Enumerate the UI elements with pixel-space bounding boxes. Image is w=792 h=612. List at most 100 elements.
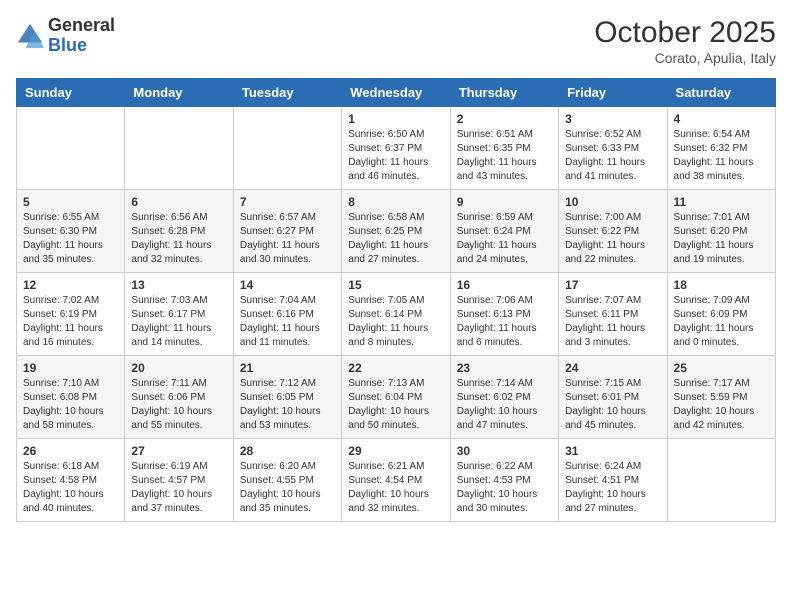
month-title: October 2025: [594, 16, 776, 50]
day-number: 17: [565, 278, 660, 292]
calendar-cell: 24Sunrise: 7:15 AM Sunset: 6:01 PM Dayli…: [559, 356, 667, 439]
calendar-cell: 7 Sunrise: 6:57 AM Sunset: 6:27 PM Daylig…: [233, 190, 341, 273]
day-info: Sunrise: 6:50 AM Sunset: 6:37 PM Dayligh…: [348, 128, 443, 184]
day-number: 2: [457, 112, 552, 126]
weekday-header-cell: Tuesday: [233, 79, 341, 107]
calendar-body: 1 Sunrise: 6:50 AM Sunset: 6:37 PM Daylig…: [17, 107, 776, 522]
day-info: Sunrise: 7:00 AM Sunset: 6:22 PM Dayligh…: [565, 211, 660, 267]
calendar-cell: 19Sunrise: 7:10 AM Sunset: 6:08 PM Dayli…: [17, 356, 125, 439]
day-info: Sunrise: 7:13 AM Sunset: 6:04 PM Dayligh…: [348, 377, 443, 433]
day-number: 23: [457, 361, 552, 375]
calendar-cell: 22 Sunrise: 7:13 AM Sunset: 6:04 PM Dayli…: [342, 356, 450, 439]
day-info: Sunrise: 7:12 AM Sunset: 6:05 PM Dayligh…: [240, 377, 335, 433]
day-number: 29: [348, 444, 443, 458]
weekday-header-cell: Wednesday: [342, 79, 450, 107]
day-info: Sunrise: 6:58 AM Sunset: 6:25 PM Dayligh…: [348, 211, 443, 267]
day-info: Sunrise: 7:11 AM Sunset: 6:06 PM Dayligh…: [131, 377, 226, 433]
day-number: 25: [674, 361, 769, 375]
calendar-cell: 21 Sunrise: 7:12 AM Sunset: 6:05 PM Dayli…: [233, 356, 341, 439]
calendar-cell: [17, 107, 125, 190]
day-number: 18: [674, 278, 769, 292]
calendar-cell: 25 Sunrise: 7:17 AM Sunset: 5:59 PM Dayli…: [667, 356, 775, 439]
day-info: Sunrise: 7:17 AM Sunset: 5:59 PM Dayligh…: [674, 377, 769, 433]
day-info: Sunrise: 6:57 AM Sunset: 6:27 PM Dayligh…: [240, 211, 335, 267]
calendar-cell: 5Sunrise: 6:55 AM Sunset: 6:30 PM Daylig…: [17, 190, 125, 273]
calendar-cell: 4 Sunrise: 6:54 AM Sunset: 6:32 PM Daylig…: [667, 107, 775, 190]
day-info: Sunrise: 6:52 AM Sunset: 6:33 PM Dayligh…: [565, 128, 660, 184]
weekday-header-row: SundayMondayTuesdayWednesdayThursdayFrid…: [17, 79, 776, 107]
day-info: Sunrise: 6:51 AM Sunset: 6:35 PM Dayligh…: [457, 128, 552, 184]
day-info: Sunrise: 6:54 AM Sunset: 6:32 PM Dayligh…: [674, 128, 769, 184]
calendar-cell: 23 Sunrise: 7:14 AM Sunset: 6:02 PM Dayli…: [450, 356, 558, 439]
day-info: Sunrise: 7:07 AM Sunset: 6:11 PM Dayligh…: [565, 294, 660, 350]
calendar-week-row: 12Sunrise: 7:02 AM Sunset: 6:19 PM Dayli…: [17, 273, 776, 356]
day-info: Sunrise: 6:59 AM Sunset: 6:24 PM Dayligh…: [457, 211, 552, 267]
day-info: Sunrise: 7:03 AM Sunset: 6:17 PM Dayligh…: [131, 294, 226, 350]
calendar-cell: 15 Sunrise: 7:05 AM Sunset: 6:14 PM Dayli…: [342, 273, 450, 356]
day-number: 22: [348, 361, 443, 375]
day-number: 31: [565, 444, 660, 458]
day-info: Sunrise: 7:02 AM Sunset: 6:19 PM Dayligh…: [23, 294, 118, 350]
weekday-header-cell: Saturday: [667, 79, 775, 107]
day-info: Sunrise: 7:14 AM Sunset: 6:02 PM Dayligh…: [457, 377, 552, 433]
calendar-cell: 16 Sunrise: 7:06 AM Sunset: 6:13 PM Dayli…: [450, 273, 558, 356]
day-info: Sunrise: 6:21 AM Sunset: 4:54 PM Dayligh…: [348, 460, 443, 516]
day-number: 1: [348, 112, 443, 126]
day-number: 11: [674, 195, 769, 209]
day-number: 15: [348, 278, 443, 292]
day-number: 5: [23, 195, 118, 209]
day-info: Sunrise: 6:56 AM Sunset: 6:28 PM Dayligh…: [131, 211, 226, 267]
calendar-cell: 2 Sunrise: 6:51 AM Sunset: 6:35 PM Daylig…: [450, 107, 558, 190]
day-number: 4: [674, 112, 769, 126]
calendar-cell: 11Sunrise: 7:01 AM Sunset: 6:20 PM Dayli…: [667, 190, 775, 273]
day-info: Sunrise: 6:19 AM Sunset: 4:57 PM Dayligh…: [131, 460, 226, 516]
day-number: 21: [240, 361, 335, 375]
day-number: 3: [565, 112, 660, 126]
calendar-table: SundayMondayTuesdayWednesdayThursdayFrid…: [16, 78, 776, 522]
calendar-cell: 27Sunrise: 6:19 AM Sunset: 4:57 PM Dayli…: [125, 439, 233, 522]
calendar-week-row: 5Sunrise: 6:55 AM Sunset: 6:30 PM Daylig…: [17, 190, 776, 273]
calendar-cell: [125, 107, 233, 190]
calendar-cell: 3 Sunrise: 6:52 AM Sunset: 6:33 PM Daylig…: [559, 107, 667, 190]
calendar-cell: 28 Sunrise: 6:20 AM Sunset: 4:55 PM Dayli…: [233, 439, 341, 522]
day-number: 20: [131, 361, 226, 375]
calendar-cell: 20 Sunrise: 7:11 AM Sunset: 6:06 PM Dayli…: [125, 356, 233, 439]
calendar-cell: 29 Sunrise: 6:21 AM Sunset: 4:54 PM Dayli…: [342, 439, 450, 522]
day-number: 16: [457, 278, 552, 292]
day-number: 7: [240, 195, 335, 209]
weekday-header-cell: Friday: [559, 79, 667, 107]
logo-blue-text: Blue: [48, 35, 87, 55]
weekday-header-cell: Thursday: [450, 79, 558, 107]
calendar-cell: 6Sunrise: 6:56 AM Sunset: 6:28 PM Daylig…: [125, 190, 233, 273]
day-info: Sunrise: 6:20 AM Sunset: 4:55 PM Dayligh…: [240, 460, 335, 516]
day-info: Sunrise: 6:22 AM Sunset: 4:53 PM Dayligh…: [457, 460, 552, 516]
weekday-header-cell: Monday: [125, 79, 233, 107]
weekday-header-cell: Sunday: [17, 79, 125, 107]
day-info: Sunrise: 7:06 AM Sunset: 6:13 PM Dayligh…: [457, 294, 552, 350]
calendar-cell: [667, 439, 775, 522]
day-number: 30: [457, 444, 552, 458]
day-number: 26: [23, 444, 118, 458]
calendar-cell: 30 Sunrise: 6:22 AM Sunset: 4:53 PM Dayli…: [450, 439, 558, 522]
calendar-week-row: 19Sunrise: 7:10 AM Sunset: 6:08 PM Dayli…: [17, 356, 776, 439]
calendar-cell: 13 Sunrise: 7:03 AM Sunset: 6:17 PM Dayli…: [125, 273, 233, 356]
calendar-week-row: 1 Sunrise: 6:50 AM Sunset: 6:37 PM Daylig…: [17, 107, 776, 190]
calendar-cell: 8 Sunrise: 6:58 AM Sunset: 6:25 PM Daylig…: [342, 190, 450, 273]
logo-general-text: General: [48, 15, 115, 35]
day-number: 9: [457, 195, 552, 209]
calendar-cell: [233, 107, 341, 190]
calendar-cell: 31Sunrise: 6:24 AM Sunset: 4:51 PM Dayli…: [559, 439, 667, 522]
day-number: 14: [240, 278, 335, 292]
day-number: 10: [565, 195, 660, 209]
day-number: 28: [240, 444, 335, 458]
calendar-cell: 26Sunrise: 6:18 AM Sunset: 4:58 PM Dayli…: [17, 439, 125, 522]
calendar-cell: 1 Sunrise: 6:50 AM Sunset: 6:37 PM Daylig…: [342, 107, 450, 190]
page-header: General Blue October 2025 Corato, Apulia…: [16, 16, 776, 66]
day-info: Sunrise: 7:05 AM Sunset: 6:14 PM Dayligh…: [348, 294, 443, 350]
logo: General Blue: [16, 16, 115, 56]
calendar-cell: 17 Sunrise: 7:07 AM Sunset: 6:11 PM Dayli…: [559, 273, 667, 356]
calendar-cell: 18Sunrise: 7:09 AM Sunset: 6:09 PM Dayli…: [667, 273, 775, 356]
day-number: 8: [348, 195, 443, 209]
title-section: October 2025 Corato, Apulia, Italy: [594, 16, 776, 66]
day-number: 13: [131, 278, 226, 292]
